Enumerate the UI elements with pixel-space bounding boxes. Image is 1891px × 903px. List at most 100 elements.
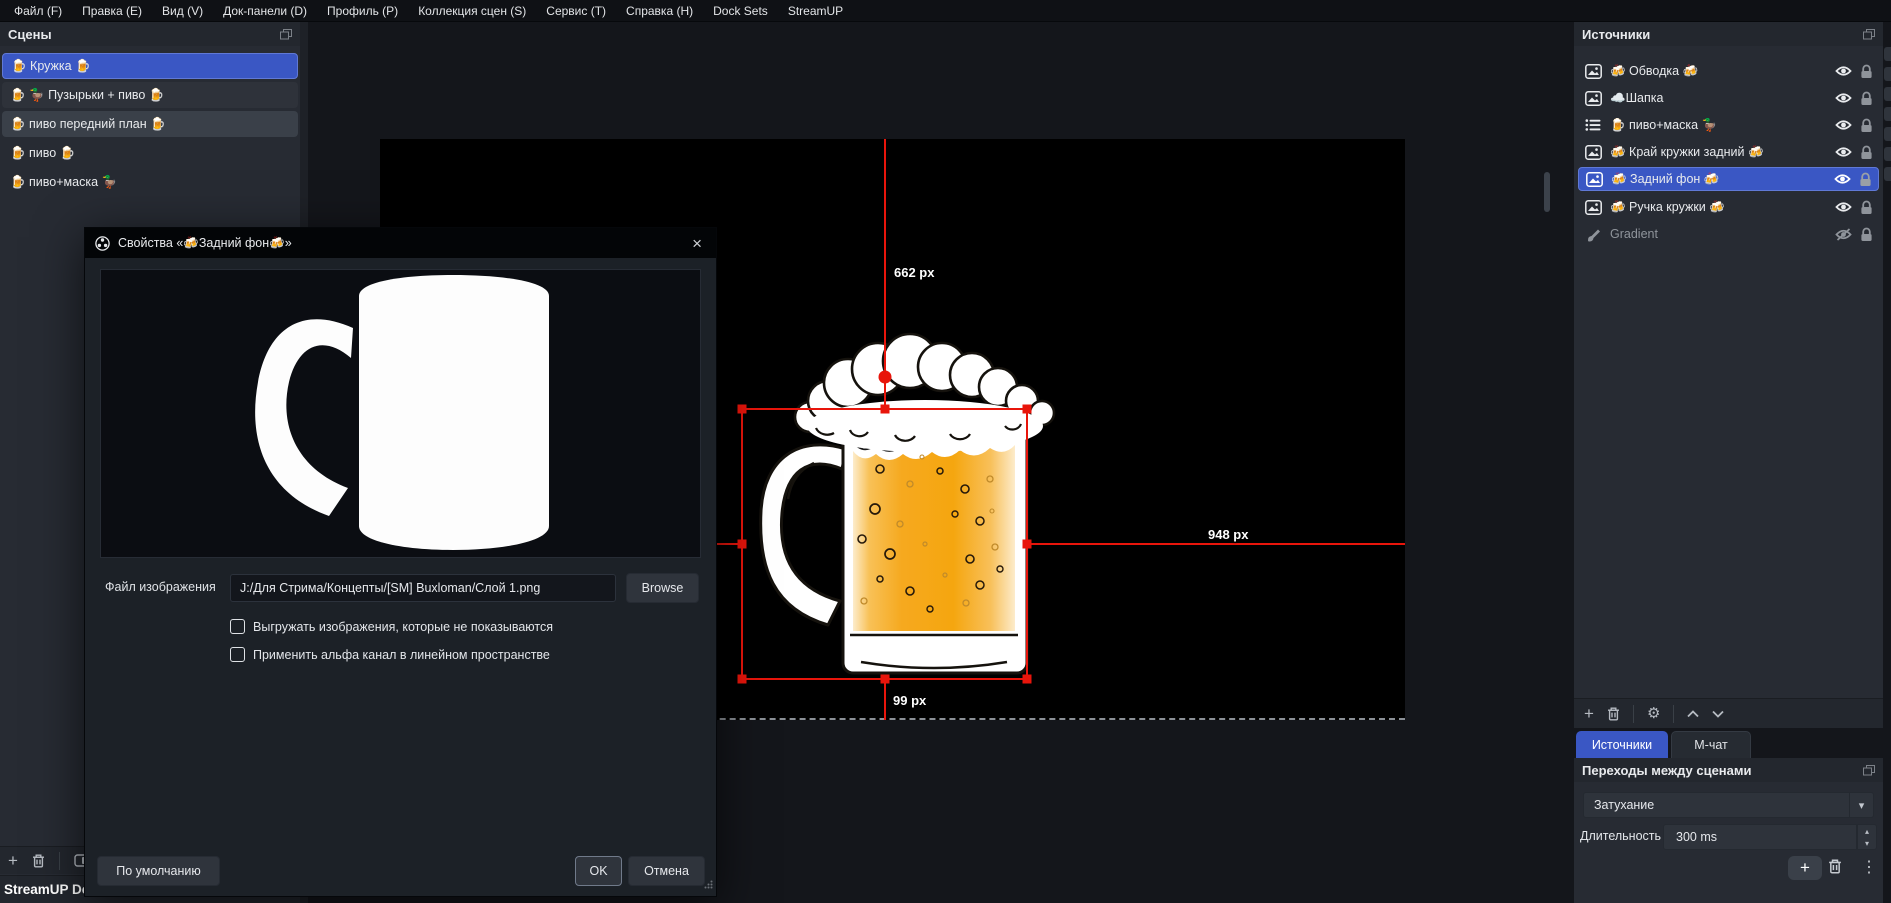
image-source-icon: [1585, 172, 1603, 187]
defaults-button[interactable]: По умолчанию: [97, 856, 220, 886]
preview-mug-body: [359, 275, 549, 550]
popout-dock-icon[interactable]: [280, 29, 292, 40]
move-source-down-button[interactable]: [1712, 710, 1724, 718]
visibility-eye-icon[interactable]: [1834, 173, 1851, 185]
source-row-ruchka-kruzhki[interactable]: 🍻 Ручка кружки 🍻: [1578, 195, 1879, 219]
menu-profile[interactable]: Профиль (P): [317, 0, 408, 22]
transitions-header: Переходы между сценами: [1574, 758, 1883, 782]
scene-item-pivo-peredniy-plan[interactable]: 🍺 пиво передний план 🍺: [2, 111, 298, 137]
source-row-kray-kruzhki[interactable]: 🍻 Край кружки задний 🍻: [1578, 140, 1879, 164]
visibility-eye-icon[interactable]: [1835, 65, 1852, 77]
cancel-button[interactable]: Отмена: [628, 856, 705, 886]
right-dock-tabs: Источники М-чат: [1574, 728, 1883, 758]
spin-up-icon[interactable]: ▴: [1858, 825, 1876, 837]
source-row-shapka[interactable]: ☁️Шапка: [1578, 86, 1879, 110]
measure-label-top: 662 px: [894, 265, 934, 280]
visibility-eye-icon[interactable]: [1835, 119, 1852, 131]
menu-dock-sets[interactable]: Dock Sets: [703, 0, 778, 22]
menu-help[interactable]: Справка (H): [616, 0, 703, 22]
transitions-title: Переходы между сценами: [1582, 763, 1752, 778]
file-path-input[interactable]: [230, 574, 616, 602]
lock-icon[interactable]: [1860, 64, 1873, 79]
properties-dialog: Свойства «🍻Задний фон🍻» × Файл изображен…: [84, 227, 717, 897]
spin-down-icon[interactable]: ▾: [1858, 837, 1876, 849]
browse-button[interactable]: Browse: [626, 573, 699, 603]
move-source-up-button[interactable]: [1687, 710, 1699, 718]
source-properties-gear-icon[interactable]: ⚙: [1647, 706, 1660, 721]
add-transition-button[interactable]: +: [1788, 856, 1822, 880]
duration-label: Длительность: [1580, 829, 1661, 843]
menu-scene-collection[interactable]: Коллекция сцен (S): [408, 0, 536, 22]
remove-scene-button[interactable]: [32, 854, 45, 868]
group-source-icon: [1584, 118, 1602, 132]
source-row-zadniy-fon[interactable]: 🍻 Задний фон 🍻: [1578, 167, 1879, 191]
preview-scrollbar[interactable]: [1544, 172, 1550, 212]
visibility-eye-icon[interactable]: [1835, 146, 1852, 158]
source-row-pivo-maska[interactable]: 🍺 пиво+маска 🦆: [1578, 113, 1879, 137]
sources-dock: Источники 🍻 Обводка 🍻 ☁️Шапка 🍺 пиво+мас…: [1574, 22, 1883, 728]
toolbar-separator: [59, 852, 60, 870]
obs-window: Файл (F) Правка (E) Вид (V) Док-панели (…: [0, 0, 1891, 903]
popout-dock-icon[interactable]: [1863, 29, 1875, 40]
scene-label: 🍺 Кружка 🍺: [11, 59, 91, 74]
add-scene-button[interactable]: +: [8, 852, 18, 869]
lock-icon[interactable]: [1860, 200, 1873, 215]
alpha-checkbox[interactable]: [230, 647, 245, 662]
lock-icon[interactable]: [1860, 227, 1873, 242]
lock-icon[interactable]: [1860, 145, 1873, 160]
edge-clipped-button: [1884, 107, 1891, 121]
sources-header: Источники: [1574, 22, 1883, 46]
brush-source-icon: [1584, 227, 1602, 242]
close-icon[interactable]: ×: [688, 235, 706, 252]
source-label: 🍺 пиво+маска 🦆: [1610, 118, 1827, 133]
visibility-eye-off-icon[interactable]: [1835, 228, 1852, 241]
menu-tools[interactable]: Сервис (T): [536, 0, 616, 22]
scene-item-puzyrki-pivo[interactable]: 🍺 🦆 Пузырьки + пиво 🍺: [2, 82, 298, 108]
measure-label-right: 948 px: [1208, 527, 1248, 542]
edge-clipped-button: [1884, 67, 1891, 81]
scene-label: 🍺 пиво передний план 🍺: [10, 117, 166, 132]
add-source-button[interactable]: +: [1584, 705, 1594, 722]
scene-label: 🍺 пиво+маска 🦆: [10, 175, 117, 190]
dialog-titlebar[interactable]: Свойства «🍻Задний фон🍻» ×: [85, 228, 716, 258]
visibility-eye-icon[interactable]: [1835, 201, 1852, 213]
lock-icon[interactable]: [1860, 91, 1873, 106]
remove-source-button[interactable]: [1607, 707, 1620, 721]
scene-item-kruzhka[interactable]: 🍺 Кружка 🍺: [2, 53, 298, 79]
source-label: 🍻 Ручка кружки 🍻: [1610, 200, 1827, 215]
menu-docks[interactable]: Док-панели (D): [213, 0, 317, 22]
lock-icon[interactable]: [1860, 118, 1873, 133]
menu-view[interactable]: Вид (V): [152, 0, 213, 22]
transition-menu-dots-icon[interactable]: ⋮: [1861, 857, 1877, 877]
edge-clipped-button: [1884, 127, 1891, 141]
resize-grip[interactable]: [704, 876, 713, 894]
scene-item-pivo-maska[interactable]: 🍺 пиво+маска 🦆: [2, 169, 298, 195]
alpha-checkbox-label: Применить альфа канал в линейном простра…: [253, 648, 550, 662]
ok-button[interactable]: OK: [575, 856, 622, 886]
transition-select[interactable]: Затухание ▾: [1583, 792, 1874, 818]
toolbar-separator: [1633, 705, 1634, 723]
remove-transition-button[interactable]: [1828, 859, 1842, 874]
tab-mchat[interactable]: М-чат: [1671, 731, 1751, 758]
scene-item-pivo[interactable]: 🍺 пиво 🍺: [2, 140, 298, 166]
visibility-eye-icon[interactable]: [1835, 92, 1852, 104]
duration-input[interactable]: 300 ms: [1663, 824, 1857, 850]
source-row-gradient[interactable]: Gradient: [1578, 222, 1879, 246]
unload-checkbox-row: Выгружать изображения, которые не показы…: [230, 619, 553, 634]
menu-edit[interactable]: Правка (E): [72, 0, 152, 22]
obs-logo-icon: [95, 236, 110, 251]
sources-toolbar: + ⚙: [1574, 698, 1883, 728]
tab-sources[interactable]: Источники: [1576, 731, 1668, 758]
transitions-dock: Переходы между сценами Затухание ▾ Длите…: [1574, 758, 1883, 903]
menu-file[interactable]: Файл (F): [4, 0, 72, 22]
image-source-icon: [1584, 200, 1602, 215]
file-field-label: Файл изображения: [105, 580, 216, 594]
lock-icon[interactable]: [1859, 172, 1872, 187]
duration-spinner[interactable]: ▴ ▾: [1857, 824, 1877, 850]
source-row-obvodka[interactable]: 🍻 Обводка 🍻: [1578, 59, 1879, 83]
popout-dock-icon[interactable]: [1863, 765, 1875, 776]
unload-checkbox[interactable]: [230, 619, 245, 634]
scenes-title: Сцены: [8, 27, 52, 42]
menu-streamup[interactable]: StreamUP: [778, 0, 853, 22]
menu-bar: Файл (F) Правка (E) Вид (V) Док-панели (…: [0, 0, 1891, 22]
